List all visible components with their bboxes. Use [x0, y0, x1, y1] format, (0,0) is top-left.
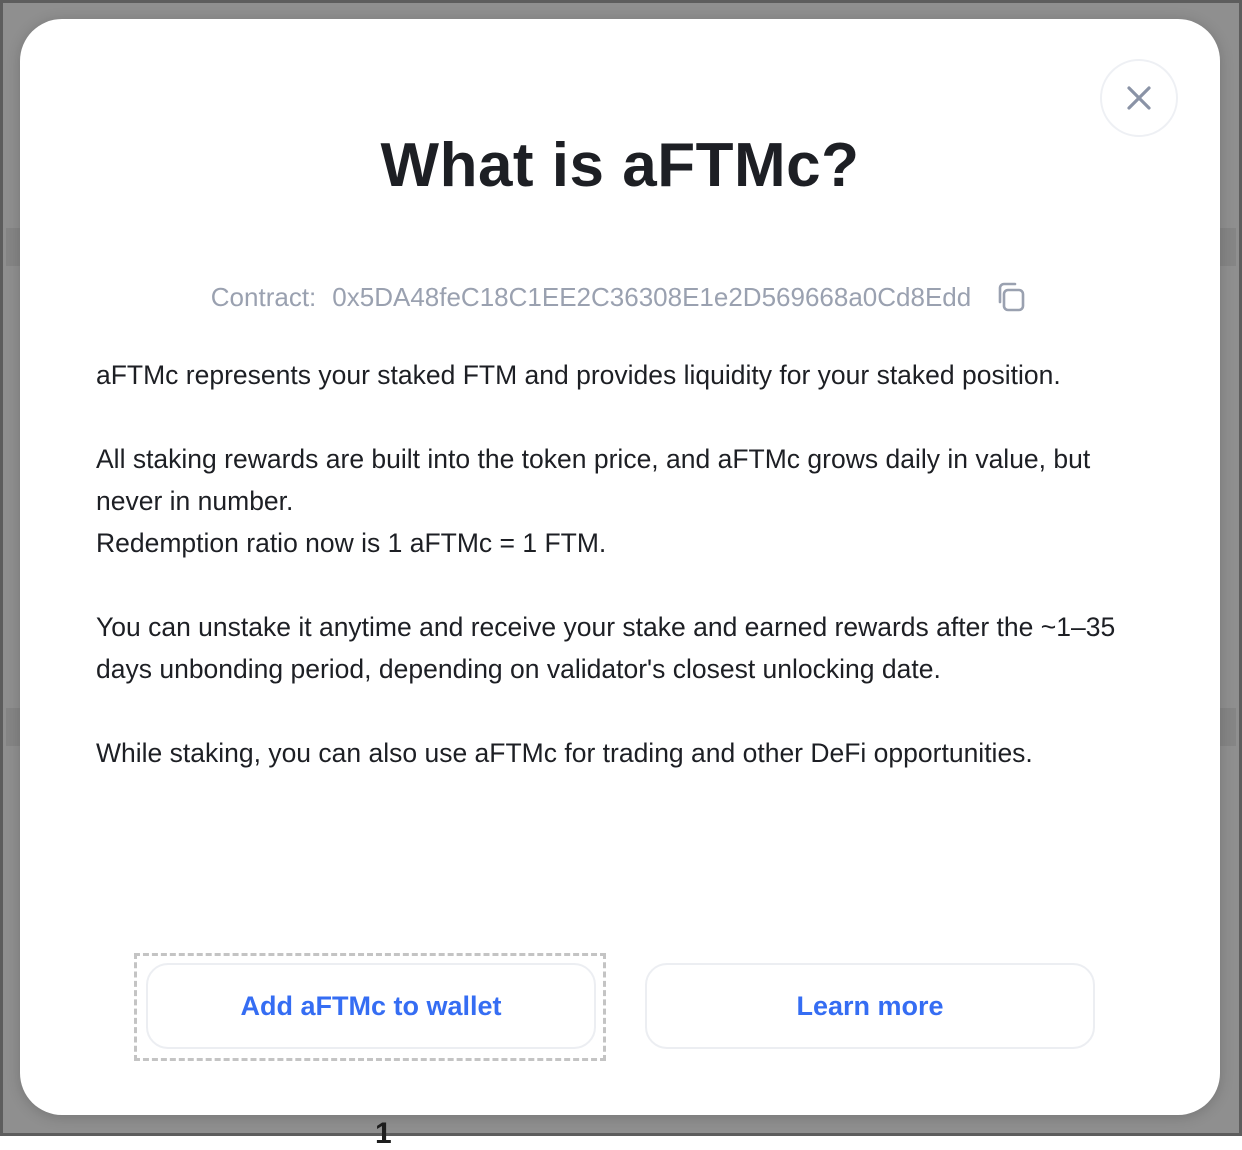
copy-icon	[998, 282, 1025, 312]
contract-row: Contract: 0x5DA48feC18C1EE2C36308E1e2D56…	[20, 277, 1220, 317]
close-button[interactable]	[1100, 59, 1178, 137]
close-icon	[1127, 86, 1151, 110]
learn-more-button[interactable]: Learn more	[645, 963, 1095, 1049]
copy-address-button[interactable]	[993, 279, 1029, 315]
aftmc-info-dialog: What is aFTMc? Contract: 0x5DA48feC18C1E…	[20, 19, 1220, 1115]
background-text-fragment: 1	[375, 1117, 392, 1150]
add-to-wallet-button[interactable]: Add aFTMc to wallet	[146, 963, 596, 1049]
contract-address: 0x5DA48feC18C1EE2C36308E1e2D569668a0Cd8E…	[332, 281, 972, 312]
dialog-title: What is aFTMc?	[380, 131, 860, 200]
description: aFTMc represents your staked FTM and pro…	[96, 354, 1156, 774]
description-paragraph: You can unstake it anytime and receive y…	[96, 612, 1116, 684]
description-paragraph: aFTMc represents your staked FTM and pro…	[96, 360, 1061, 390]
redemption-ratio: Redemption ratio now is 1 aFTMc = 1 FTM.	[96, 528, 607, 558]
description-paragraph: While staking, you can also use aFTMc fo…	[96, 738, 1033, 768]
description-paragraph: All staking rewards are built into the t…	[96, 444, 1091, 516]
contract-label: Contract:	[210, 281, 317, 312]
